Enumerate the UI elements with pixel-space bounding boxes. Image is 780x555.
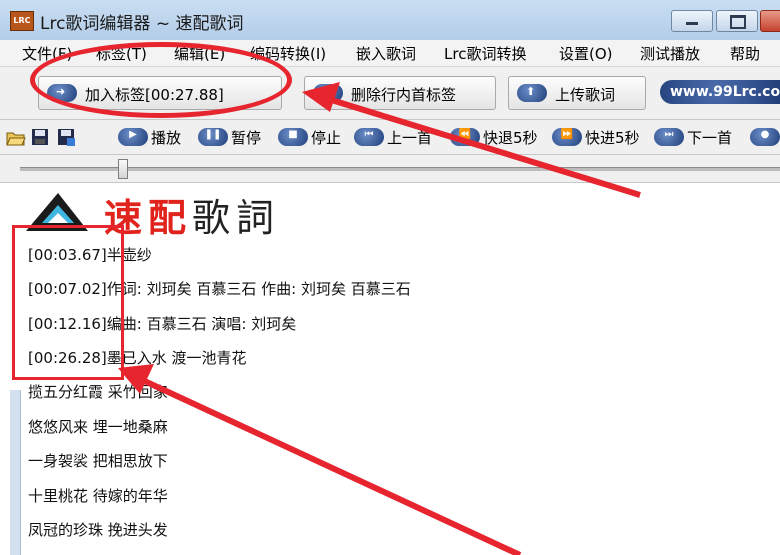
menu-embed-lyrics[interactable]: 嵌入歌词 <box>356 43 416 64</box>
pause-icon: ❚❚ <box>198 128 228 146</box>
delete-tag-button[interactable]: ⬅ 删除行内首标签 <box>304 76 496 110</box>
stop-label: 停止 <box>311 129 342 147</box>
minimize-icon <box>686 22 698 25</box>
next-icon: ⏭ <box>654 128 684 146</box>
arrow-left-icon: ⬅ <box>313 84 343 102</box>
rewind-icon: ⏪ <box>450 128 480 146</box>
arrow-up-icon: ⬆ <box>517 84 547 102</box>
menu-lrc-convert[interactable]: Lrc歌词转换 <box>444 43 526 64</box>
maximize-button[interactable] <box>716 10 758 32</box>
lyric-line[interactable]: 悠悠风来 埋一地桑麻 <box>28 416 168 437</box>
minimize-button[interactable] <box>671 10 713 32</box>
lyric-line[interactable]: 十里桃花 待嫁的年华 <box>28 485 168 506</box>
menu-help[interactable]: 帮助 <box>730 43 760 64</box>
upload-lyrics-button[interactable]: ⬆ 上传歌词 <box>508 76 646 110</box>
record-button[interactable]: ● <box>750 126 780 148</box>
website-link-button[interactable]: www.99Lrc.co <box>660 80 780 104</box>
progress-track[interactable] <box>20 167 780 171</box>
menu-test-play[interactable]: 测试播放 <box>640 43 700 64</box>
lyric-line[interactable]: 凤冠的珍珠 挽进头发 <box>28 519 168 540</box>
playback-toolbar: ▶ 播放 ❚❚ 暂停 ■ 停止 ⏮ 上一首 ⏪ 快退5秒 ⏩ 快进5秒 ⏭ 下一… <box>0 120 780 155</box>
lrc-app-icon: LRC <box>10 11 34 31</box>
rewind-label: 快退5秒 <box>483 129 538 147</box>
forward-icon: ⏩ <box>552 128 582 146</box>
save-as-icon[interactable] <box>56 127 76 147</box>
play-label: 播放 <box>151 129 182 147</box>
annotation-ellipse <box>30 42 292 118</box>
forward-label: 快进5秒 <box>585 129 640 147</box>
pause-label: 暂停 <box>231 129 262 147</box>
save-icon[interactable] <box>30 127 50 147</box>
title-bar: LRC Lrc歌词编辑器 ~ 速配歌词 <box>0 0 780 41</box>
play-icon: ▶ <box>118 128 148 146</box>
next-label: 下一首 <box>687 129 733 147</box>
maximize-icon <box>730 15 746 29</box>
lyric-line[interactable]: 一身袈裟 把相思放下 <box>28 450 168 471</box>
editor-gutter <box>10 390 21 555</box>
logo-text-black: 歌詞 <box>192 196 281 240</box>
window-title: Lrc歌词编辑器 ~ 速配歌词 <box>40 14 244 34</box>
close-button[interactable] <box>760 10 780 32</box>
delete-tag-label: 删除行内首标签 <box>351 86 457 104</box>
previous-icon: ⏮ <box>354 128 384 146</box>
logo-text: 速配歌詞 <box>104 187 280 242</box>
progress-thumb[interactable] <box>118 159 128 179</box>
annotation-rectangle <box>12 225 124 380</box>
upload-label: 上传歌词 <box>555 86 616 104</box>
record-icon: ● <box>750 128 780 146</box>
stop-icon: ■ <box>278 128 308 146</box>
progress-slider-bar <box>0 155 780 183</box>
open-folder-icon[interactable] <box>6 127 26 147</box>
lyric-line[interactable]: 揽五分红霞 采竹回家 <box>28 381 168 402</box>
previous-label: 上一首 <box>387 129 433 147</box>
menu-settings[interactable]: 设置(O) <box>559 43 613 64</box>
